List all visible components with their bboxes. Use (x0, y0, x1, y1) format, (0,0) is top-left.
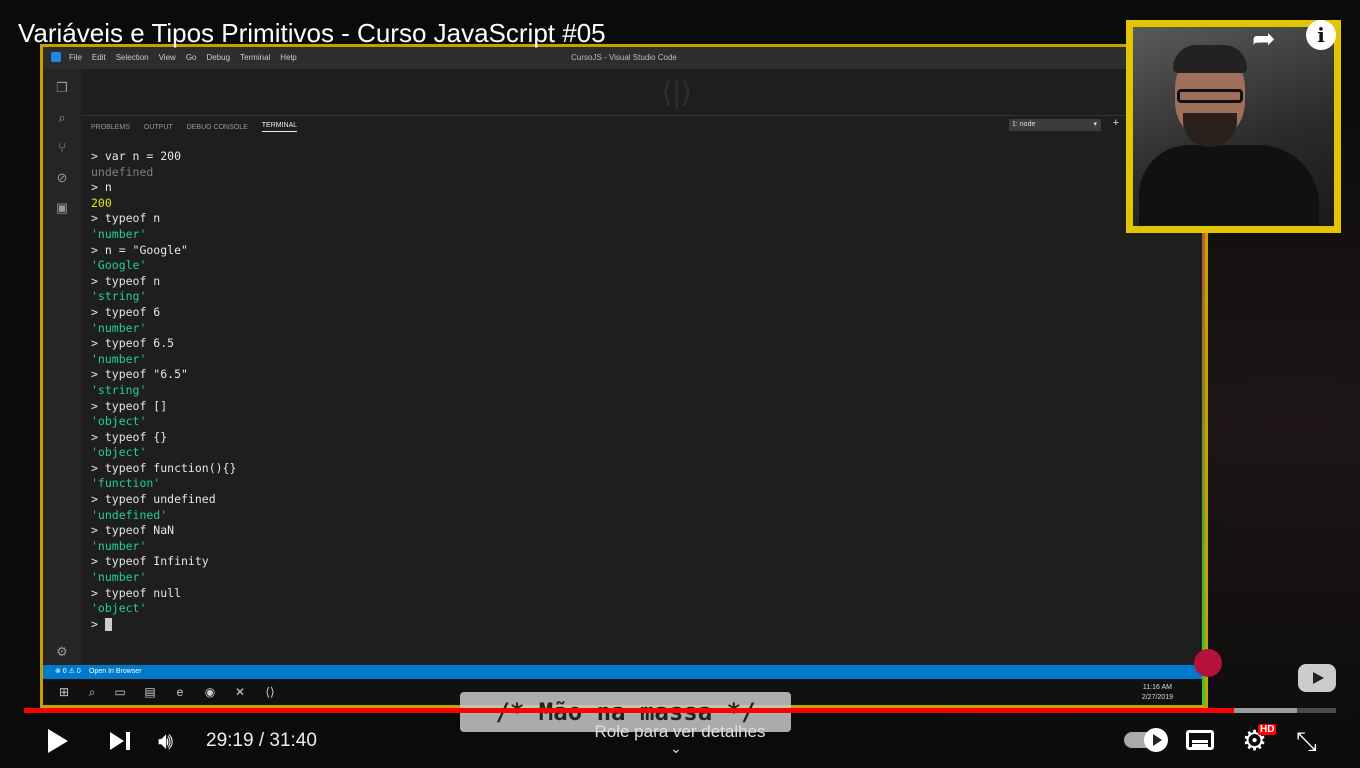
taskbar-search-icon[interactable]: ⌕ (85, 685, 99, 699)
webcam-overlay (1126, 20, 1341, 233)
debug-icon[interactable]: ⊘ (55, 171, 69, 185)
presenter-hair (1173, 45, 1247, 73)
window-title: CursoJS - Visual Studio Code (571, 53, 677, 62)
scroll-hint[interactable]: Role para ver detalhes (560, 722, 800, 742)
tab-terminal[interactable]: TERMINAL (261, 122, 298, 132)
terminal-output-line: 'undefined' (91, 507, 168, 522)
terminal-output-line: 'object' (91, 601, 147, 616)
task-view-icon[interactable]: ▭ (113, 685, 127, 699)
taskbar-clock: 11:16 AM 2/27/2019 (1142, 683, 1173, 703)
play-icon[interactable] (48, 729, 68, 753)
channel-watermark-dot (1194, 649, 1222, 677)
edge-icon[interactable]: e (173, 685, 187, 699)
status-open-in-browser[interactable]: Open In Browser (89, 665, 142, 679)
terminal-command-line: > typeof function(){} (91, 460, 237, 475)
vscode-window: File Edit Selection View Go Debug Termin… (40, 44, 1208, 708)
terminal-command-line: > typeof n (91, 273, 161, 288)
terminal-output-line: 'object' (91, 414, 147, 429)
tab-output[interactable]: OUTPUT (144, 124, 173, 131)
chevron-down-icon: ▾ (1093, 121, 1097, 128)
video-title: Variáveis e Tipos Primitivos - Curso Jav… (18, 18, 606, 48)
terminal-output-line: 'Google' (91, 258, 147, 273)
search-icon[interactable]: ⌕ (55, 111, 69, 125)
terminal-command-line: > typeof 6 (91, 304, 161, 319)
tab-debug-console[interactable]: DEBUG CONSOLE (187, 124, 248, 131)
terminal-command-line: > typeof n (91, 211, 161, 226)
terminal-output-line: 'object' (91, 445, 147, 460)
terminal-command-line: > typeof null (91, 585, 182, 600)
progress-bar[interactable] (24, 708, 1336, 713)
progress-played (24, 708, 1234, 713)
captions-icon[interactable] (1186, 730, 1214, 750)
exit-fullscreen-icon[interactable]: ⤡ (1296, 726, 1317, 758)
status-bar: ⊗ 0 ⚠ 0 Open In Browser (43, 665, 1205, 679)
windows-start-icon[interactable]: ⊞ (57, 685, 71, 699)
manage-gear-icon[interactable]: ⚙ (55, 645, 69, 659)
terminal-output-line: 'string' (91, 289, 147, 304)
terminal-output-line: 'function' (91, 476, 161, 491)
next-icon[interactable] (110, 730, 130, 752)
new-terminal-plus-icon[interactable]: + (1113, 117, 1119, 129)
vscode-taskbar-icon[interactable]: ⟨⟩ (263, 685, 277, 699)
vscode-watermark-icon: ⟨|⟩ (661, 76, 693, 109)
terminal-select[interactable]: 1: node ▾ (1009, 119, 1101, 131)
terminal-command-line: > var n = 200 (91, 149, 182, 163)
terminal-command-line: > n = "Google" (91, 242, 188, 257)
clock-time: 11:16 AM (1142, 684, 1172, 691)
terminal-command-line: > typeof [] (91, 398, 168, 413)
terminal-command-line: > n (91, 180, 112, 195)
presenter-glasses (1177, 89, 1243, 103)
terminal-output-line: 'number' (91, 320, 147, 335)
terminal-output-line: undefined (91, 164, 154, 179)
terminal-output-line: 'number' (91, 226, 147, 241)
terminal-output-line: 'number' (91, 351, 147, 366)
youtube-logo-icon[interactable] (1298, 664, 1336, 692)
activity-bar: ❐ ⌕ ⑂ ⊘ ▣ ⚙ (43, 69, 81, 665)
xampp-icon[interactable]: ✕ (233, 685, 247, 699)
terminal-output-line: 'number' (91, 570, 147, 585)
terminal-prompt[interactable]: > (91, 617, 236, 633)
terminal-output[interactable]: > var n = 200 undefined > n 200 > typeof n'n… (91, 149, 236, 632)
terminal-command-line: > typeof Infinity (91, 554, 209, 569)
webcam-feed (1133, 27, 1334, 226)
extensions-icon[interactable]: ▣ (55, 201, 69, 215)
terminal-output-line: 200 (91, 195, 112, 210)
status-problems[interactable]: ⊗ 0 ⚠ 0 (55, 668, 81, 675)
chevron-down-icon[interactable]: ⌄ (670, 740, 682, 757)
terminal-command-line: > typeof undefined (91, 492, 216, 507)
source-control-icon[interactable]: ⑂ (55, 141, 69, 155)
hd-badge: HD (1258, 724, 1277, 735)
terminal-output-line: 'number' (91, 538, 147, 553)
autoplay-toggle[interactable] (1124, 728, 1168, 752)
autoplay-knob-icon (1144, 728, 1168, 752)
terminal-command-line: > typeof {} (91, 429, 168, 444)
time-display: 29:19 / 31:40 (206, 730, 317, 751)
share-icon[interactable]: ➦ (1252, 22, 1275, 55)
vscode-titlebar: File Edit Selection View Go Debug Termin… (43, 47, 1205, 69)
tab-problems[interactable]: PROBLEMS (91, 124, 130, 131)
file-explorer-icon[interactable]: ▤ (143, 685, 157, 699)
terminal-cursor (104, 617, 112, 631)
info-icon[interactable]: i (1306, 20, 1336, 50)
presenter-beard (1183, 113, 1237, 147)
volume-icon[interactable]: 🔊︎ (158, 728, 173, 756)
player-controls: 🔊︎ 29:19 / 31:40 Role para ver detalhes … (0, 718, 1360, 764)
editor-area: ⟨|⟩ (81, 69, 1205, 115)
explorer-icon[interactable]: ❐ (55, 81, 69, 95)
presenter-body (1139, 145, 1319, 226)
clock-date: 2/27/2019 (1141, 694, 1173, 701)
terminal-select-value: 1: node (1012, 121, 1036, 128)
chrome-icon[interactable]: ◉ (203, 685, 217, 699)
terminal-command-line: > typeof "6.5" (91, 367, 188, 382)
terminal-command-line: > typeof 6.5 (91, 336, 175, 351)
terminal-output-line: 'string' (91, 382, 147, 397)
terminal-command-line: > typeof NaN (91, 523, 175, 538)
